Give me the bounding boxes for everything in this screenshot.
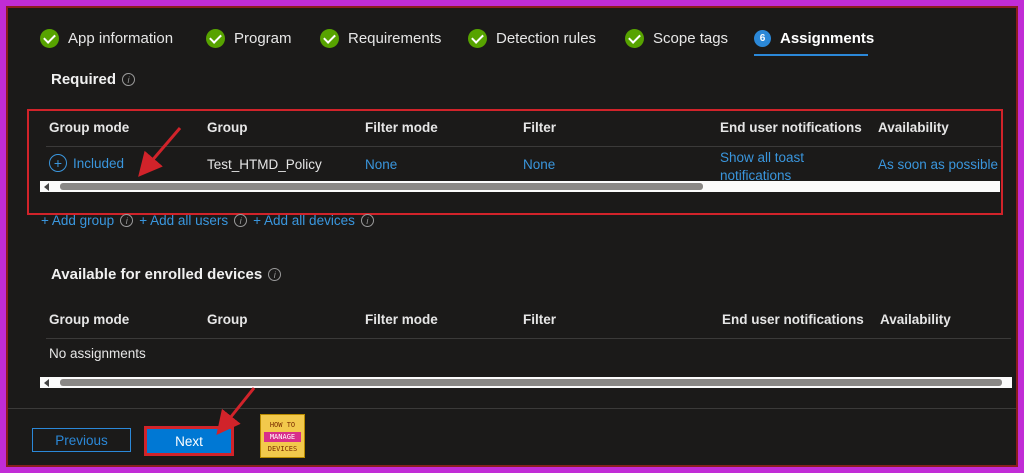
assignments-page: App information Program Requirements Det… — [6, 6, 1018, 467]
arrow-to-next — [216, 387, 256, 436]
arrow-to-included — [138, 127, 182, 177]
annotation-arrows — [138, 127, 256, 436]
